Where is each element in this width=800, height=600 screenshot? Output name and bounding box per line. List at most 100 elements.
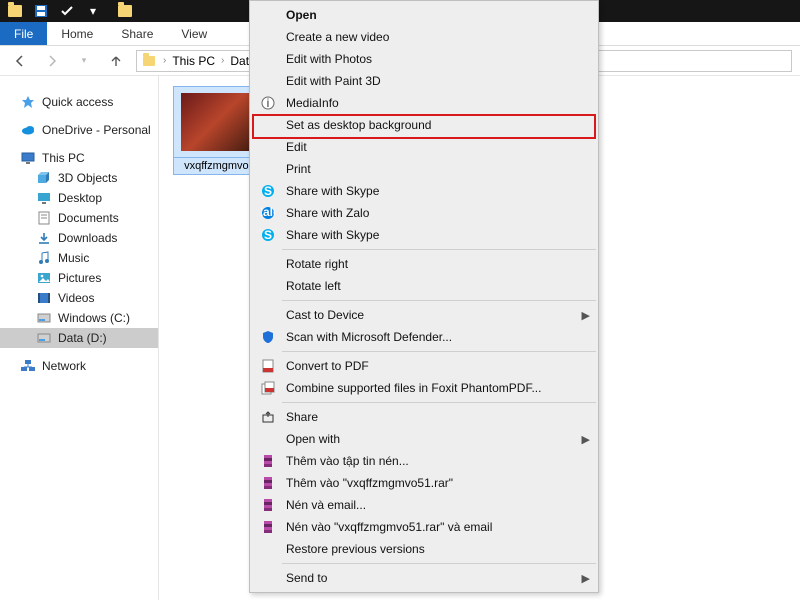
save-qat-icon[interactable] [30, 2, 52, 20]
svg-text:S: S [264, 184, 272, 198]
context-menu-item[interactable]: Set as desktop background [252, 114, 596, 136]
sidebar-item-label: OneDrive - Personal [42, 123, 151, 137]
context-menu-item[interactable]: Edit with Photos [252, 48, 596, 70]
context-menu-label: Create a new video [286, 30, 590, 44]
skype-icon: S [258, 183, 278, 199]
folder-qat-icon[interactable] [4, 2, 26, 20]
nav-back-button[interactable] [8, 49, 32, 73]
defender-icon [258, 329, 278, 345]
blank-icon [258, 278, 278, 294]
context-menu-item[interactable]: Combine supported files in Foxit Phantom… [252, 377, 596, 399]
rar-icon [258, 519, 278, 535]
context-menu-separator [282, 249, 596, 250]
ribbon-tab-home[interactable]: Home [47, 22, 107, 45]
context-menu-label: Convert to PDF [286, 359, 590, 373]
sidebar-item-pictures[interactable]: Pictures [0, 268, 158, 288]
context-menu-item[interactable]: Create a new video [252, 26, 596, 48]
svg-text:S: S [264, 228, 272, 242]
context-menu-item[interactable]: Thêm vào "vxqffzmgmvo51.rar" [252, 472, 596, 494]
context-menu-item[interactable]: Scan with Microsoft Defender... [252, 326, 596, 348]
submenu-arrow-icon: ▶ [582, 309, 590, 322]
folder-type-icon [36, 270, 52, 286]
sidebar-item-label: Network [42, 359, 86, 373]
blank-icon [258, 139, 278, 155]
sidebar-onedrive[interactable]: OneDrive - Personal [0, 120, 158, 140]
ribbon-file-tab[interactable]: File [0, 22, 47, 45]
rar-icon [258, 475, 278, 491]
context-menu-label: Nén và email... [286, 498, 590, 512]
context-menu-item[interactable]: Open with▶ [252, 428, 596, 450]
sidebar-item-videos[interactable]: Videos [0, 288, 158, 308]
context-menu-item[interactable]: Nén vào "vxqffzmgmvo51.rar" và email [252, 516, 596, 538]
svg-text:i: i [267, 96, 270, 110]
skype-icon: S [258, 227, 278, 243]
nav-forward-button[interactable] [40, 49, 64, 73]
check-qat-icon[interactable] [56, 2, 78, 20]
rar-icon [258, 453, 278, 469]
sidebar-item-3d-objects[interactable]: 3D Objects [0, 168, 158, 188]
context-menu-item[interactable]: iMediaInfo [252, 92, 596, 114]
context-menu-item[interactable]: Nén và email... [252, 494, 596, 516]
folder-type-icon [36, 230, 52, 246]
nav-recent-button[interactable]: ▾ [72, 49, 96, 73]
star-icon [20, 94, 36, 110]
context-menu-item[interactable]: ZaloShare with Zalo [252, 202, 596, 224]
blank-icon [258, 161, 278, 177]
context-menu-separator [282, 351, 596, 352]
sidebar-item-label: Documents [58, 211, 119, 225]
folder-small-icon [141, 53, 157, 69]
context-menu-item[interactable]: SShare with Skype [252, 180, 596, 202]
blank-icon [258, 431, 278, 447]
context-menu-item[interactable]: Edit with Paint 3D [252, 70, 596, 92]
submenu-arrow-icon: ▶ [582, 572, 590, 585]
mediainfo-icon: i [258, 95, 278, 111]
blank-icon [258, 570, 278, 586]
context-menu-label: Restore previous versions [286, 542, 590, 556]
sidebar-item-label: Pictures [58, 271, 101, 285]
context-menu-item[interactable]: Send to ▶ [252, 567, 596, 589]
qat-overflow-icon[interactable]: ▾ [82, 2, 104, 20]
context-menu-item[interactable]: Edit [252, 136, 596, 158]
context-menu-label: Share [286, 410, 590, 424]
sidebar-item-label: Videos [58, 291, 94, 305]
sidebar-item-downloads[interactable]: Downloads [0, 228, 158, 248]
context-menu-item[interactable]: Cast to Device▶ [252, 304, 596, 326]
sidebar-item-data-d-[interactable]: Data (D:) [0, 328, 158, 348]
context-menu-label: Edit with Paint 3D [286, 74, 590, 88]
context-menu-label: Send to [286, 571, 574, 585]
context-menu-item[interactable]: Print [252, 158, 596, 180]
sidebar-this-pc[interactable]: This PC [0, 148, 158, 168]
ribbon-tab-view[interactable]: View [167, 22, 221, 45]
context-menu-label: Open [286, 8, 590, 22]
chevron-icon: › [163, 55, 166, 66]
sidebar-item-desktop[interactable]: Desktop [0, 188, 158, 208]
context-menu-label: Share with Skype [286, 228, 590, 242]
sidebar-item-documents[interactable]: Documents [0, 208, 158, 228]
ribbon-tab-share[interactable]: Share [107, 22, 167, 45]
context-menu-item[interactable]: Open [252, 4, 596, 26]
context-menu: Open Create a new video Edit with Photos Ed… [249, 0, 599, 593]
sidebar-item-music[interactable]: Music [0, 248, 158, 268]
context-menu-label: Rotate right [286, 257, 590, 271]
network-icon [20, 358, 36, 374]
context-menu-label: Nén vào "vxqffzmgmvo51.rar" và email [286, 520, 590, 534]
folder-title-icon [114, 2, 136, 20]
context-menu-item[interactable]: Thêm vào tập tin nén... [252, 450, 596, 472]
submenu-arrow-icon: ▶ [582, 433, 590, 446]
context-menu-item[interactable]: Share [252, 406, 596, 428]
context-menu-separator [282, 402, 596, 403]
blank-icon [258, 51, 278, 67]
nav-up-button[interactable] [104, 49, 128, 73]
context-menu-item[interactable]: Restore previous versions [252, 538, 596, 560]
context-menu-item[interactable]: Rotate right [252, 253, 596, 275]
breadcrumb-this-pc[interactable]: This PC [172, 54, 215, 68]
context-menu-item[interactable]: S Share with Skype [252, 224, 596, 246]
context-menu-item[interactable]: Rotate left [252, 275, 596, 297]
context-menu-item[interactable]: Convert to PDF [252, 355, 596, 377]
sidebar-quick-access[interactable]: Quick access [0, 92, 158, 112]
context-menu-label: Thêm vào tập tin nén... [286, 454, 590, 468]
sidebar-network[interactable]: Network [0, 356, 158, 376]
chevron-icon: › [221, 55, 224, 66]
sidebar-item-windows-c-[interactable]: Windows (C:) [0, 308, 158, 328]
sidebar-item-label: This PC [42, 151, 85, 165]
